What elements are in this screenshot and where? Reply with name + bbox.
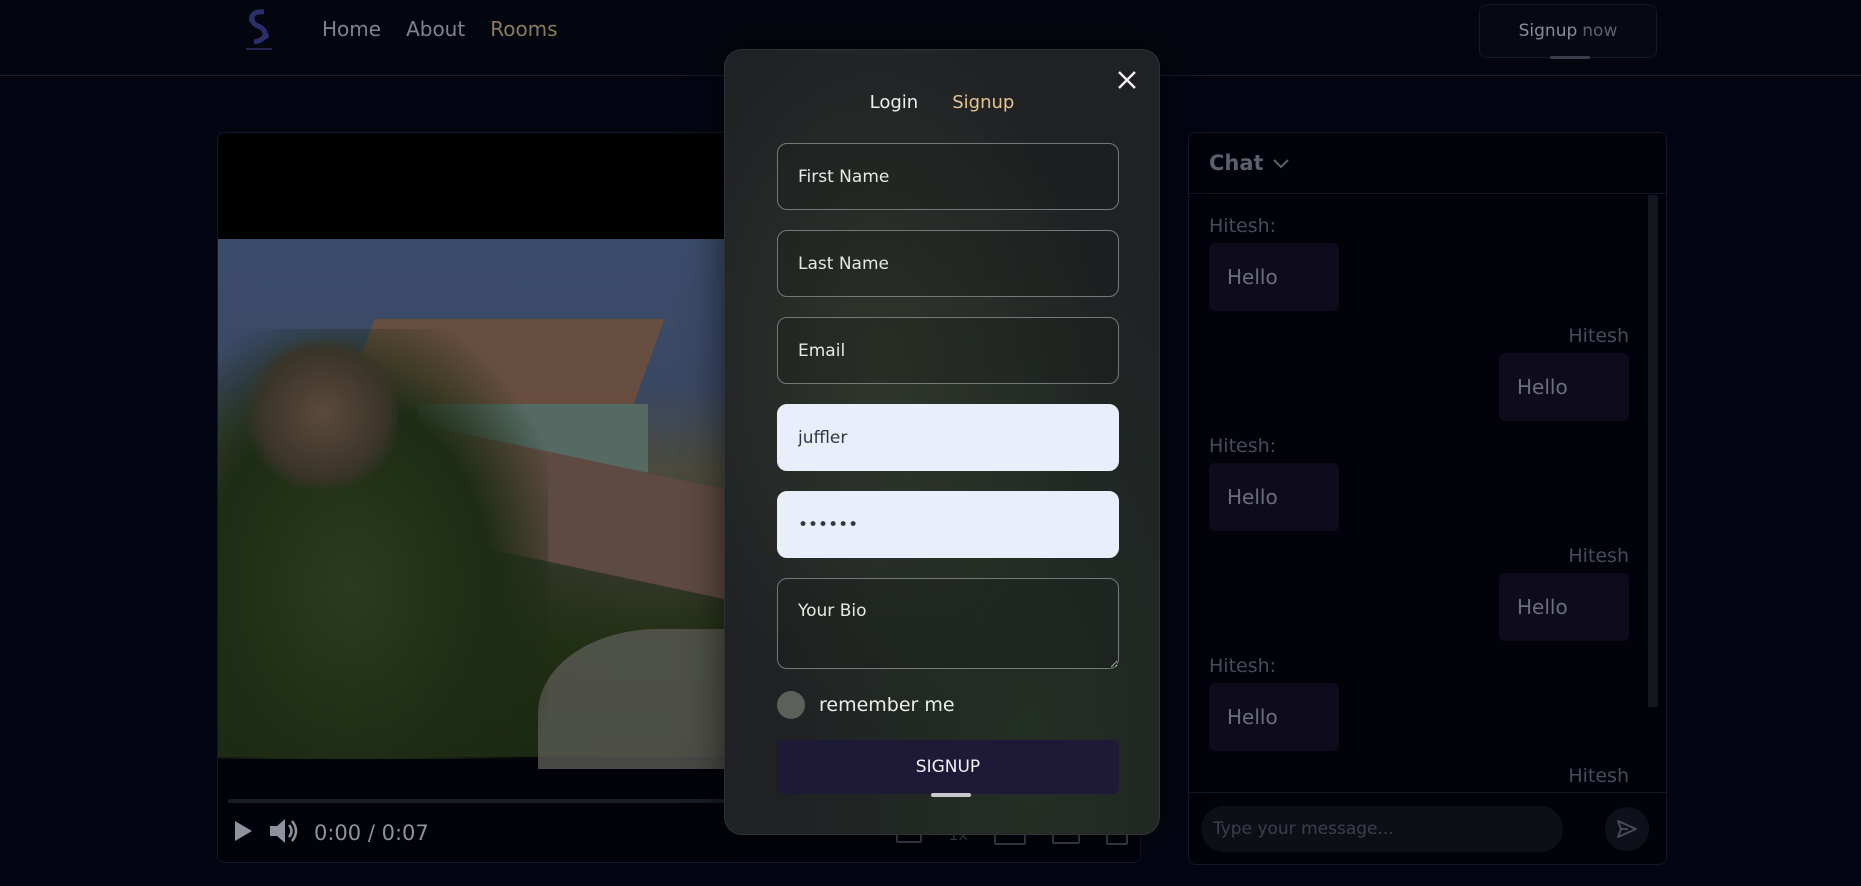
chat-compose	[1189, 792, 1666, 864]
message-sender: Hitesh	[1568, 325, 1629, 347]
time-separator: /	[367, 821, 375, 845]
chat-header[interactable]: Chat	[1189, 133, 1666, 194]
message-bubble: Hello	[1209, 683, 1339, 751]
close-icon[interactable]	[1115, 68, 1139, 92]
time-current: 0:00	[314, 821, 362, 845]
auth-modal: Login Signup remember me SIGNUP	[724, 49, 1160, 835]
video-time: 0:00 / 0:07	[314, 821, 429, 845]
message-sender: Hitesh:	[1209, 435, 1277, 457]
first-name-field[interactable]	[777, 143, 1119, 210]
remember-me-label: remember me	[819, 694, 955, 716]
message-sender: Hitesh	[1568, 765, 1629, 787]
message-bubble: Hello	[1209, 463, 1339, 531]
remember-me-option[interactable]: remember me	[777, 691, 955, 719]
send-button[interactable]	[1605, 806, 1649, 851]
signup-submit-label: SIGNUP	[915, 757, 981, 777]
chat-scrollbar[interactable]	[1648, 195, 1658, 707]
send-icon	[1617, 819, 1637, 838]
video-controls: 0:00 / 0:07	[232, 817, 429, 849]
message-bubble: Hello	[1499, 573, 1629, 641]
username-field[interactable]	[777, 404, 1119, 471]
password-field[interactable]	[777, 491, 1119, 558]
chat-panel: Chat Hitesh: Hello Hitesh Hello Hitesh: …	[1188, 132, 1667, 865]
chat-message-input[interactable]	[1201, 805, 1563, 852]
nav-about[interactable]: About	[406, 17, 465, 41]
message-sender: Hitesh:	[1209, 215, 1277, 237]
signup-submit-button[interactable]: SIGNUP	[777, 740, 1119, 797]
auth-tabs: Login Signup	[725, 92, 1159, 113]
play-icon[interactable]	[232, 819, 254, 847]
chat-title: Chat	[1209, 151, 1264, 175]
message-sender: Hitesh:	[1209, 655, 1277, 677]
main-nav: Home About Rooms	[322, 17, 558, 41]
email-field[interactable]	[777, 317, 1119, 384]
button-glow	[1550, 56, 1590, 59]
chat-messages[interactable]: Hitesh: Hello Hitesh Hello Hitesh: Hello…	[1189, 195, 1659, 793]
signup-now-button[interactable]: Signup now	[1479, 4, 1657, 59]
video-scene-path	[538, 629, 738, 769]
message-bubble: Hello	[1209, 243, 1339, 311]
signup-now-label: Signup	[1518, 21, 1578, 41]
message-bubble: Hello	[1499, 353, 1629, 421]
site-logo[interactable]	[242, 8, 276, 56]
time-total: 0:07	[381, 821, 429, 845]
tab-login[interactable]: Login	[870, 92, 919, 113]
button-glow	[931, 793, 971, 797]
last-name-field[interactable]	[777, 230, 1119, 297]
message-sender: Hitesh	[1568, 545, 1629, 567]
tab-signup[interactable]: Signup	[952, 92, 1014, 113]
bio-field[interactable]	[777, 578, 1119, 669]
volume-icon[interactable]	[268, 817, 300, 849]
signup-now-suffix: now	[1582, 21, 1618, 41]
nav-home[interactable]: Home	[322, 17, 381, 41]
chevron-down-icon[interactable]	[1272, 151, 1290, 175]
nav-rooms[interactable]: Rooms	[490, 17, 557, 41]
video-frame[interactable]	[218, 239, 738, 769]
remember-me-radio[interactable]	[777, 691, 805, 719]
video-scene-bush	[248, 339, 398, 489]
